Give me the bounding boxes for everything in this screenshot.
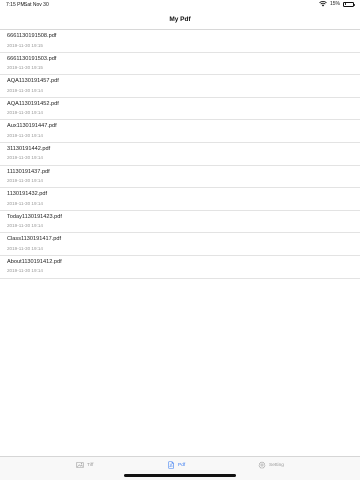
file-row[interactable]: 11130191437.pdf 2019-11-30 19:14 xyxy=(0,166,360,189)
file-row[interactable]: AQA1130191452.pdf 2019-11-30 19:14 xyxy=(0,98,360,121)
file-name: AQA1130191452.pdf xyxy=(7,100,59,107)
file-name: Today1130191423.pdf xyxy=(7,213,62,220)
file-name: 11130191437.pdf xyxy=(7,168,50,175)
image-icon xyxy=(76,461,84,469)
tab-pdf-label: Pdf xyxy=(178,462,186,468)
file-row[interactable]: Today1130191423.pdf 2019-11-30 19:14 xyxy=(0,211,360,234)
file-date: 2019-11-30 19:14 xyxy=(7,200,43,206)
file-name: 6661130191503.pdf xyxy=(7,55,57,62)
pdf-document-icon xyxy=(168,461,174,469)
file-name: Class1130191417.pdf xyxy=(7,236,62,243)
file-date: 2019-11-30 19:14 xyxy=(7,87,43,93)
file-name: 1130191432.pdf xyxy=(7,191,48,198)
file-name: About1130191412.pdf xyxy=(7,258,62,265)
file-row[interactable]: 6661130191508.pdf 2019-11-30 19:15 xyxy=(0,30,360,53)
file-date: 2019-11-30 19:14 xyxy=(7,155,43,161)
file-name: 31130191442.pdf xyxy=(7,145,51,152)
file-row[interactable]: Class1130191417.pdf 2019-11-30 19:14 xyxy=(0,233,360,256)
tab-setting-label: Setting xyxy=(269,462,284,468)
page-title: My Pdf xyxy=(169,15,191,23)
navigation-bar: My Pdf xyxy=(0,9,360,30)
status-time: 7:15 PM xyxy=(6,1,25,8)
file-date: 2019-11-30 19:14 xyxy=(7,268,43,274)
screen: 7:15 PM Sat Nov 30 15% My Pdf 6661130191… xyxy=(0,0,360,480)
file-row[interactable]: AQA1130191457.pdf 2019-11-30 19:14 xyxy=(0,75,360,98)
battery-level-fill xyxy=(344,3,346,5)
battery-percent: 15% xyxy=(329,1,340,7)
pdf-file-list: 6661130191508.pdf 2019-11-30 19:15 6661130… xyxy=(0,30,360,279)
file-date: 2019-11-30 19:14 xyxy=(7,245,43,251)
wifi-icon xyxy=(319,1,327,7)
file-date: 2019-11-30 19:15 xyxy=(7,65,43,71)
file-date: 2019-11-30 19:14 xyxy=(7,178,43,184)
file-row[interactable]: Aux1130191447.pdf 2019-11-30 19:14 xyxy=(0,120,360,143)
file-date: 2019-11-30 19:14 xyxy=(7,110,43,116)
tab-setting[interactable]: Setting xyxy=(258,461,284,469)
file-row[interactable]: 6661130191503.pdf 2019-11-30 19:15 xyxy=(0,53,360,76)
status-date: Sat Nov 30 xyxy=(24,1,49,8)
status-bar: 7:15 PM Sat Nov 30 15% xyxy=(0,0,360,9)
file-name: AQA1130191457.pdf xyxy=(7,78,59,85)
file-date: 2019-11-30 19:14 xyxy=(7,223,43,229)
home-indicator[interactable] xyxy=(124,474,236,477)
file-date: 2019-11-30 19:14 xyxy=(7,132,43,138)
tab-tiff-label: Tiff xyxy=(87,462,94,468)
tab-pdf[interactable]: Pdf xyxy=(167,461,185,469)
battery-icon xyxy=(343,1,355,7)
file-name: Aux1130191447.pdf xyxy=(7,123,57,130)
tab-tiff[interactable]: Tiff xyxy=(76,461,93,469)
file-date: 2019-11-30 19:15 xyxy=(7,42,43,48)
file-row[interactable]: 1130191432.pdf 2019-11-30 19:14 xyxy=(0,188,360,211)
file-name: 6661130191508.pdf xyxy=(7,33,57,39)
status-indicators: 15% xyxy=(319,1,355,7)
file-row[interactable]: About1130191412.pdf 2019-11-30 19:14 xyxy=(0,256,360,279)
gear-icon xyxy=(258,461,266,469)
file-row[interactable]: 31130191442.pdf 2019-11-30 19:14 xyxy=(0,143,360,166)
